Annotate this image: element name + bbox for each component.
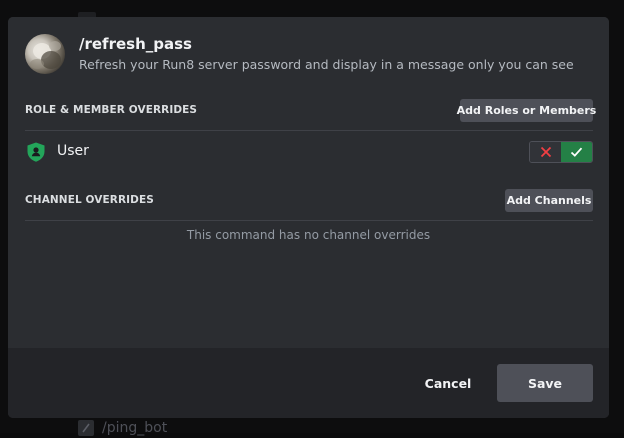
no-channel-overrides-message: This command has no channel overrides	[186, 228, 431, 242]
role-overrides-title: ROLE & MEMBER OVERRIDES	[25, 104, 198, 116]
permission-toggle	[529, 141, 593, 163]
deny-button[interactable]	[530, 142, 561, 162]
checkmark-icon	[570, 147, 583, 157]
modal-footer: Cancel Save	[8, 348, 609, 418]
bot-avatar	[25, 34, 65, 74]
avatar-image	[30, 41, 61, 69]
slash-icon	[82, 423, 90, 433]
role-name: User	[57, 143, 89, 159]
cancel-button[interactable]: Cancel	[408, 365, 488, 401]
command-description: Refresh your Run8 server password and di…	[79, 57, 574, 72]
modal-header: /refresh_pass Refresh your Run8 server p…	[8, 17, 609, 89]
add-roles-or-members-button[interactable]: Add Roles or Members	[457, 99, 596, 122]
allow-button[interactable]	[561, 142, 592, 162]
command-permissions-modal: /refresh_pass Refresh your Run8 server p…	[8, 17, 609, 418]
command-icon	[78, 420, 94, 436]
save-button[interactable]: Save	[497, 364, 593, 402]
role-section-divider	[25, 130, 593, 131]
modal-body: ROLE & MEMBER OVERRIDES Add Roles or Mem…	[8, 89, 609, 348]
channel-overrides-title: CHANNEL OVERRIDES	[25, 194, 154, 206]
add-channels-button[interactable]: Add Channels	[505, 189, 593, 212]
command-name: /refresh_pass	[79, 35, 192, 53]
background-command-label: /ping_bot	[102, 420, 168, 436]
background-command-row: /ping_bot	[78, 418, 167, 438]
close-icon	[540, 146, 551, 158]
shield-user-icon	[27, 142, 45, 162]
channel-section-divider	[25, 220, 593, 221]
